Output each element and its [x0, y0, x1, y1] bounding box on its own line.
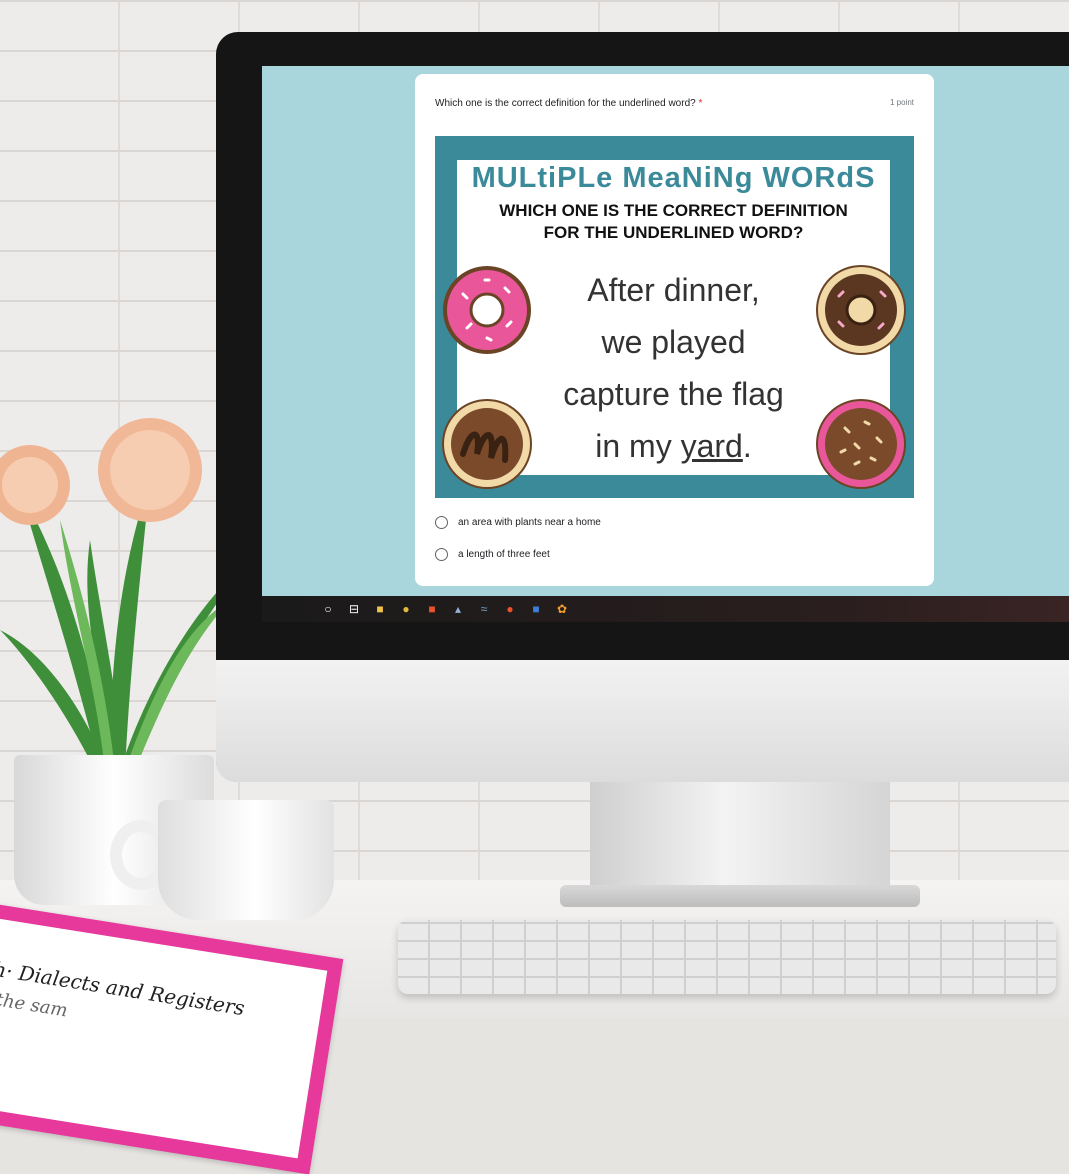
mail-icon[interactable]: ■ — [528, 601, 544, 617]
sentence-line-4-prefix: in my — [595, 428, 681, 464]
sentence-line-2: we played — [601, 324, 746, 360]
sentence-line-3: capture the flag — [563, 376, 784, 412]
image-subtitle-line2: FOR THE UNDERLINED WORD? — [543, 223, 804, 242]
coffee-mug — [158, 800, 334, 920]
sprinkle-donut-icon — [816, 399, 906, 489]
image-subtitle-line1: WHICH ONE IS THE CORRECT DEFINITION — [499, 201, 848, 220]
radio-option-1[interactable] — [435, 515, 448, 529]
sentence-suffix: . — [742, 428, 752, 464]
office-icon[interactable]: ■ — [424, 601, 440, 617]
answer-options: an area with plants near a home a length… — [435, 506, 601, 570]
screen: Which one is the correct definition for … — [262, 66, 1069, 596]
keyboard — [398, 920, 1056, 994]
file-explorer-icon[interactable]: ■ — [372, 601, 388, 617]
image-sentence: After dinner, we played capture the flag… — [537, 264, 810, 472]
chrome-icon[interactable]: ● — [398, 601, 414, 617]
acrobat-icon[interactable]: ▴ — [450, 601, 466, 617]
taskbar: ○ ⊟ ■ ● ■ ▴ ≈ ● ■ ✿ — [262, 596, 1069, 622]
option-1-label: an area with plants near a home — [458, 516, 601, 528]
option-1[interactable]: an area with plants near a home — [435, 506, 601, 538]
image-subtitle: WHICH ONE IS THE CORRECT DEFINITION FOR … — [457, 200, 890, 244]
app-icon[interactable]: ≈ — [476, 601, 492, 617]
question-image: MULtiPLe MeaNiNg WORdS WHICH ONE IS THE … — [435, 136, 914, 498]
required-marker: * — [698, 98, 703, 109]
question-text: Which one is the correct definition for … — [435, 98, 696, 109]
settings-icon[interactable]: ✿ — [554, 601, 570, 617]
pink-donut-icon — [443, 266, 531, 354]
radio-option-2[interactable] — [435, 547, 448, 561]
question-header: Which one is the correct definition for … — [435, 98, 914, 109]
option-2-label: a length of three feet — [458, 548, 550, 560]
monitor-stand-base — [560, 885, 920, 907]
start-icon[interactable]: ○ — [320, 601, 336, 617]
question-card: Which one is the correct definition for … — [415, 74, 934, 586]
monitor-stand — [590, 782, 890, 892]
points-label: 1 point — [889, 98, 914, 107]
underlined-word: yard — [680, 428, 743, 464]
image-title: MULtiPLe MeaNiNg WORdS — [471, 162, 876, 194]
sentence-line-4: in my yard. — [537, 420, 810, 472]
sentence-line-1: After dinner, — [587, 272, 760, 308]
monitor-chin — [216, 660, 1069, 782]
desk-card-line-2: n the sam — [0, 987, 70, 1022]
chocolate-donut-icon — [816, 265, 906, 355]
task-view-icon[interactable]: ⊟ — [346, 601, 362, 617]
powerpoint-icon[interactable]: ● — [502, 601, 518, 617]
drizzle-donut-icon — [442, 399, 532, 489]
option-2[interactable]: a length of three feet — [435, 538, 601, 570]
